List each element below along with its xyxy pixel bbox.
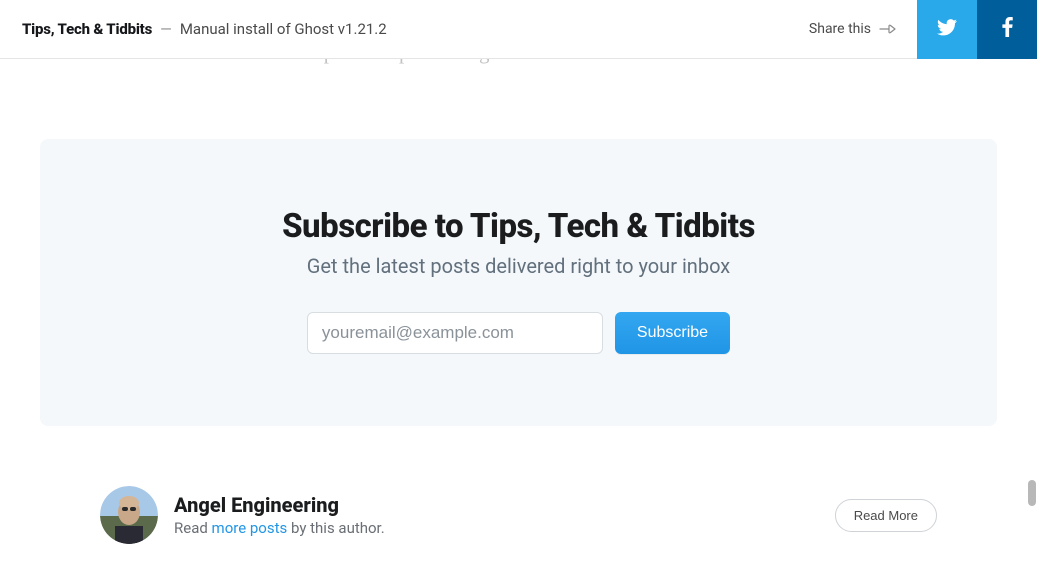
title-separator: — [160,20,172,38]
page-content: post for tips on adding features like Go… [0,0,1037,584]
topbar-title-group: Tips, Tech & Tidbits — Manual install of… [0,20,387,38]
more-posts-link[interactable]: more posts [212,519,288,537]
author-name[interactable]: Angel Engineering [174,493,835,517]
share-facebook-button[interactable] [977,0,1037,59]
share-label: Share this [809,21,871,37]
author-byline: Read more posts by this author. [174,519,835,537]
subscribe-button[interactable]: Subscribe [615,312,730,354]
twitter-icon [937,19,957,40]
author-meta: Angel Engineering Read more posts by thi… [174,493,835,537]
post-title: Manual install of Ghost v1.21.2 [180,20,387,38]
author-avatar[interactable] [100,486,158,544]
scrollbar-track[interactable] [1025,0,1037,556]
read-more-button[interactable]: Read More [835,499,937,532]
pointing-hand-icon [879,22,897,36]
author-card: Angel Engineering Read more posts by thi… [0,426,1037,584]
facebook-icon [1002,17,1013,41]
author-byline-prefix: Read [174,519,212,537]
email-input[interactable] [307,312,603,354]
sticky-topbar: Tips, Tech & Tidbits — Manual install of… [0,0,1037,59]
subscribe-subtitle: Get the latest posts delivered right to … [80,254,957,278]
author-byline-suffix: by this author. [287,519,384,537]
site-title[interactable]: Tips, Tech & Tidbits [22,20,152,38]
subscribe-section: Subscribe to Tips, Tech & Tidbits Get th… [40,139,997,426]
subscribe-form: Subscribe [80,312,957,354]
subscribe-title: Subscribe to Tips, Tech & Tidbits [80,207,957,246]
share-twitter-button[interactable] [917,0,977,59]
scrollbar-thumb[interactable] [1028,480,1036,506]
